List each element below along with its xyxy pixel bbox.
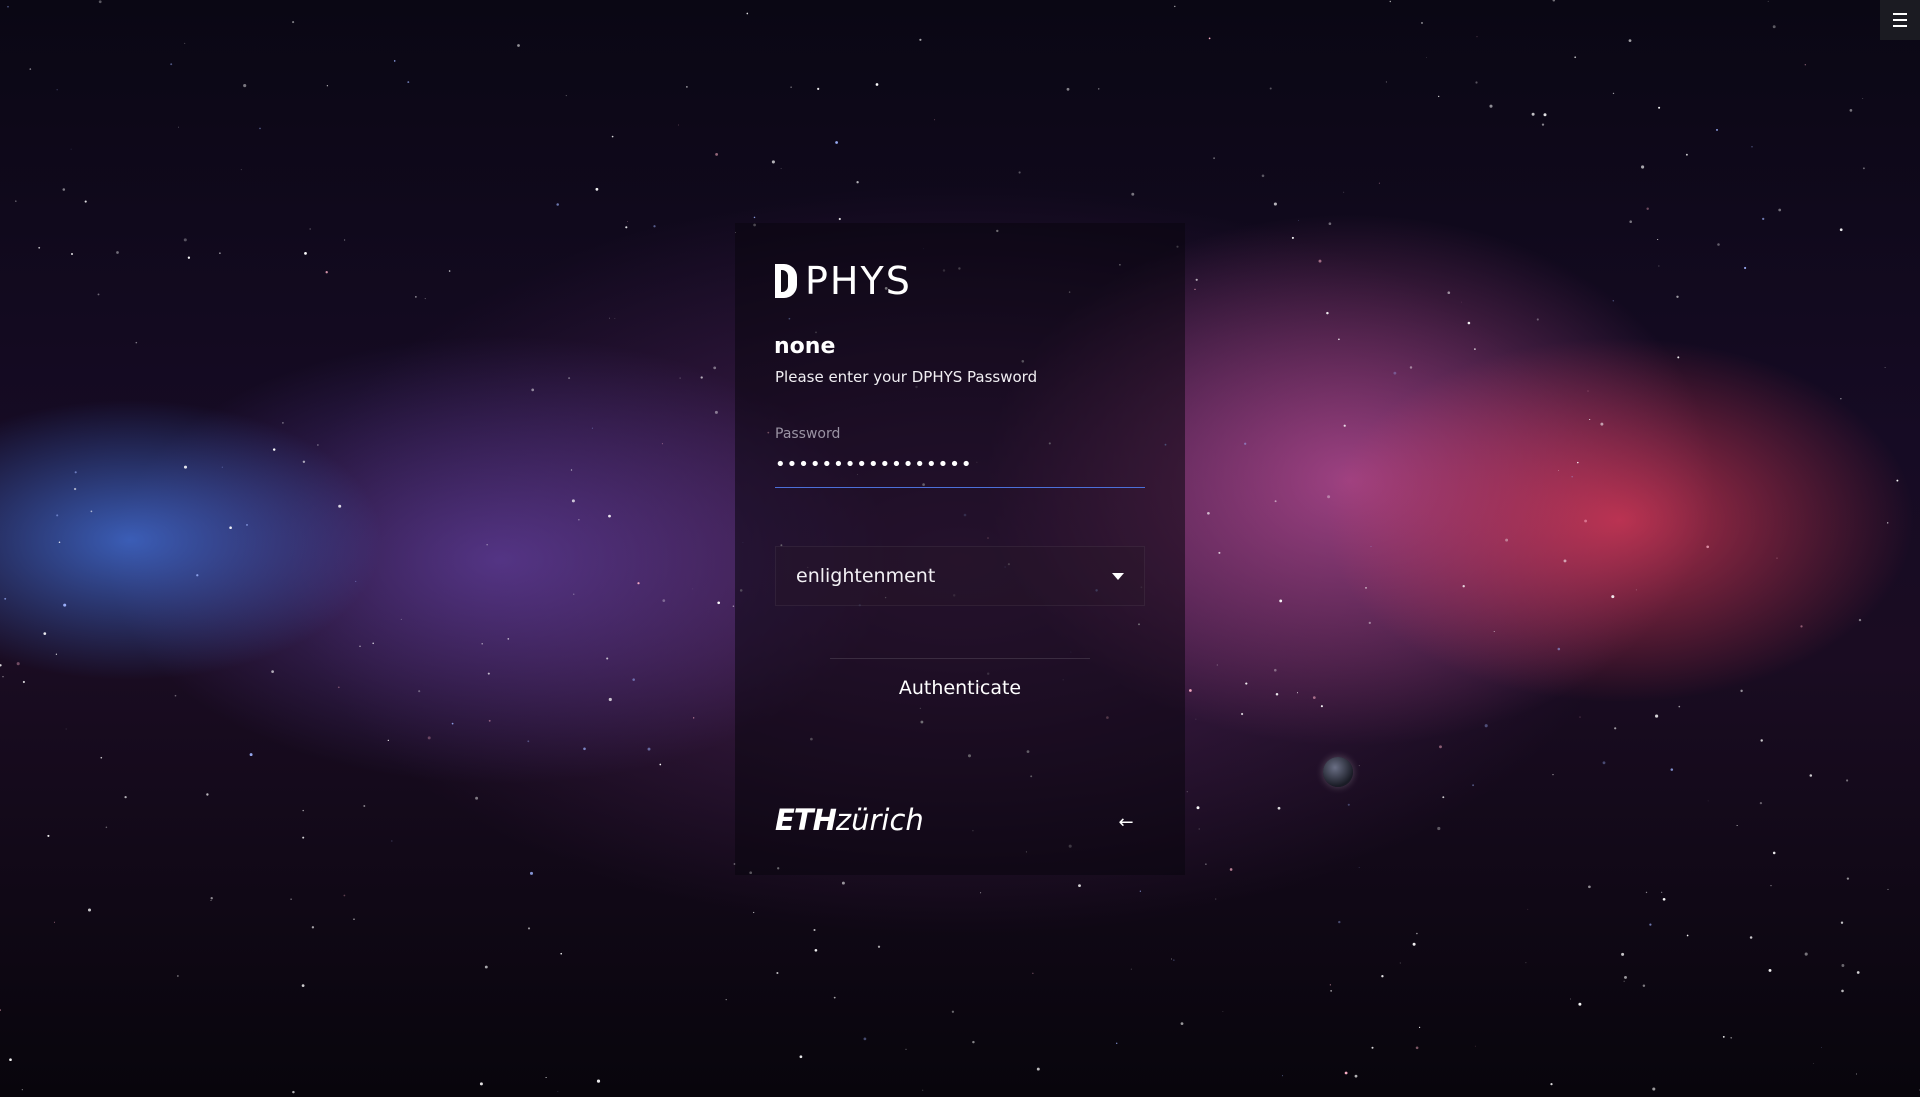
- session-select[interactable]: enlightenment: [775, 546, 1145, 606]
- arrow-left-icon: ←: [1118, 811, 1134, 833]
- authenticate-button[interactable]: Authenticate: [830, 658, 1090, 708]
- eth-logo-bold: ETH: [775, 803, 837, 837]
- menu-button[interactable]: [1880, 0, 1920, 40]
- dphys-logo-mark: [775, 264, 797, 298]
- eth-zurich-logo: ETHzürich: [775, 803, 924, 837]
- login-card: PHYS none Please enter your DPHYS Passwo…: [735, 223, 1185, 875]
- password-label: Password: [775, 426, 841, 442]
- username-heading: none: [774, 334, 836, 359]
- dphys-logo-text: PHYS: [805, 259, 912, 303]
- planet-image: [1323, 757, 1353, 787]
- eth-logo-light: zürich: [835, 803, 924, 837]
- back-button[interactable]: ←: [1111, 807, 1141, 837]
- dphys-logo: PHYS: [775, 259, 912, 303]
- hamburger-icon: [1893, 11, 1907, 29]
- caret-down-icon: [1112, 572, 1124, 580]
- session-select-value: enlightenment: [796, 565, 936, 587]
- password-instruction: Please enter your DPHYS Password: [775, 368, 1038, 386]
- password-field[interactable]: [775, 449, 1145, 488]
